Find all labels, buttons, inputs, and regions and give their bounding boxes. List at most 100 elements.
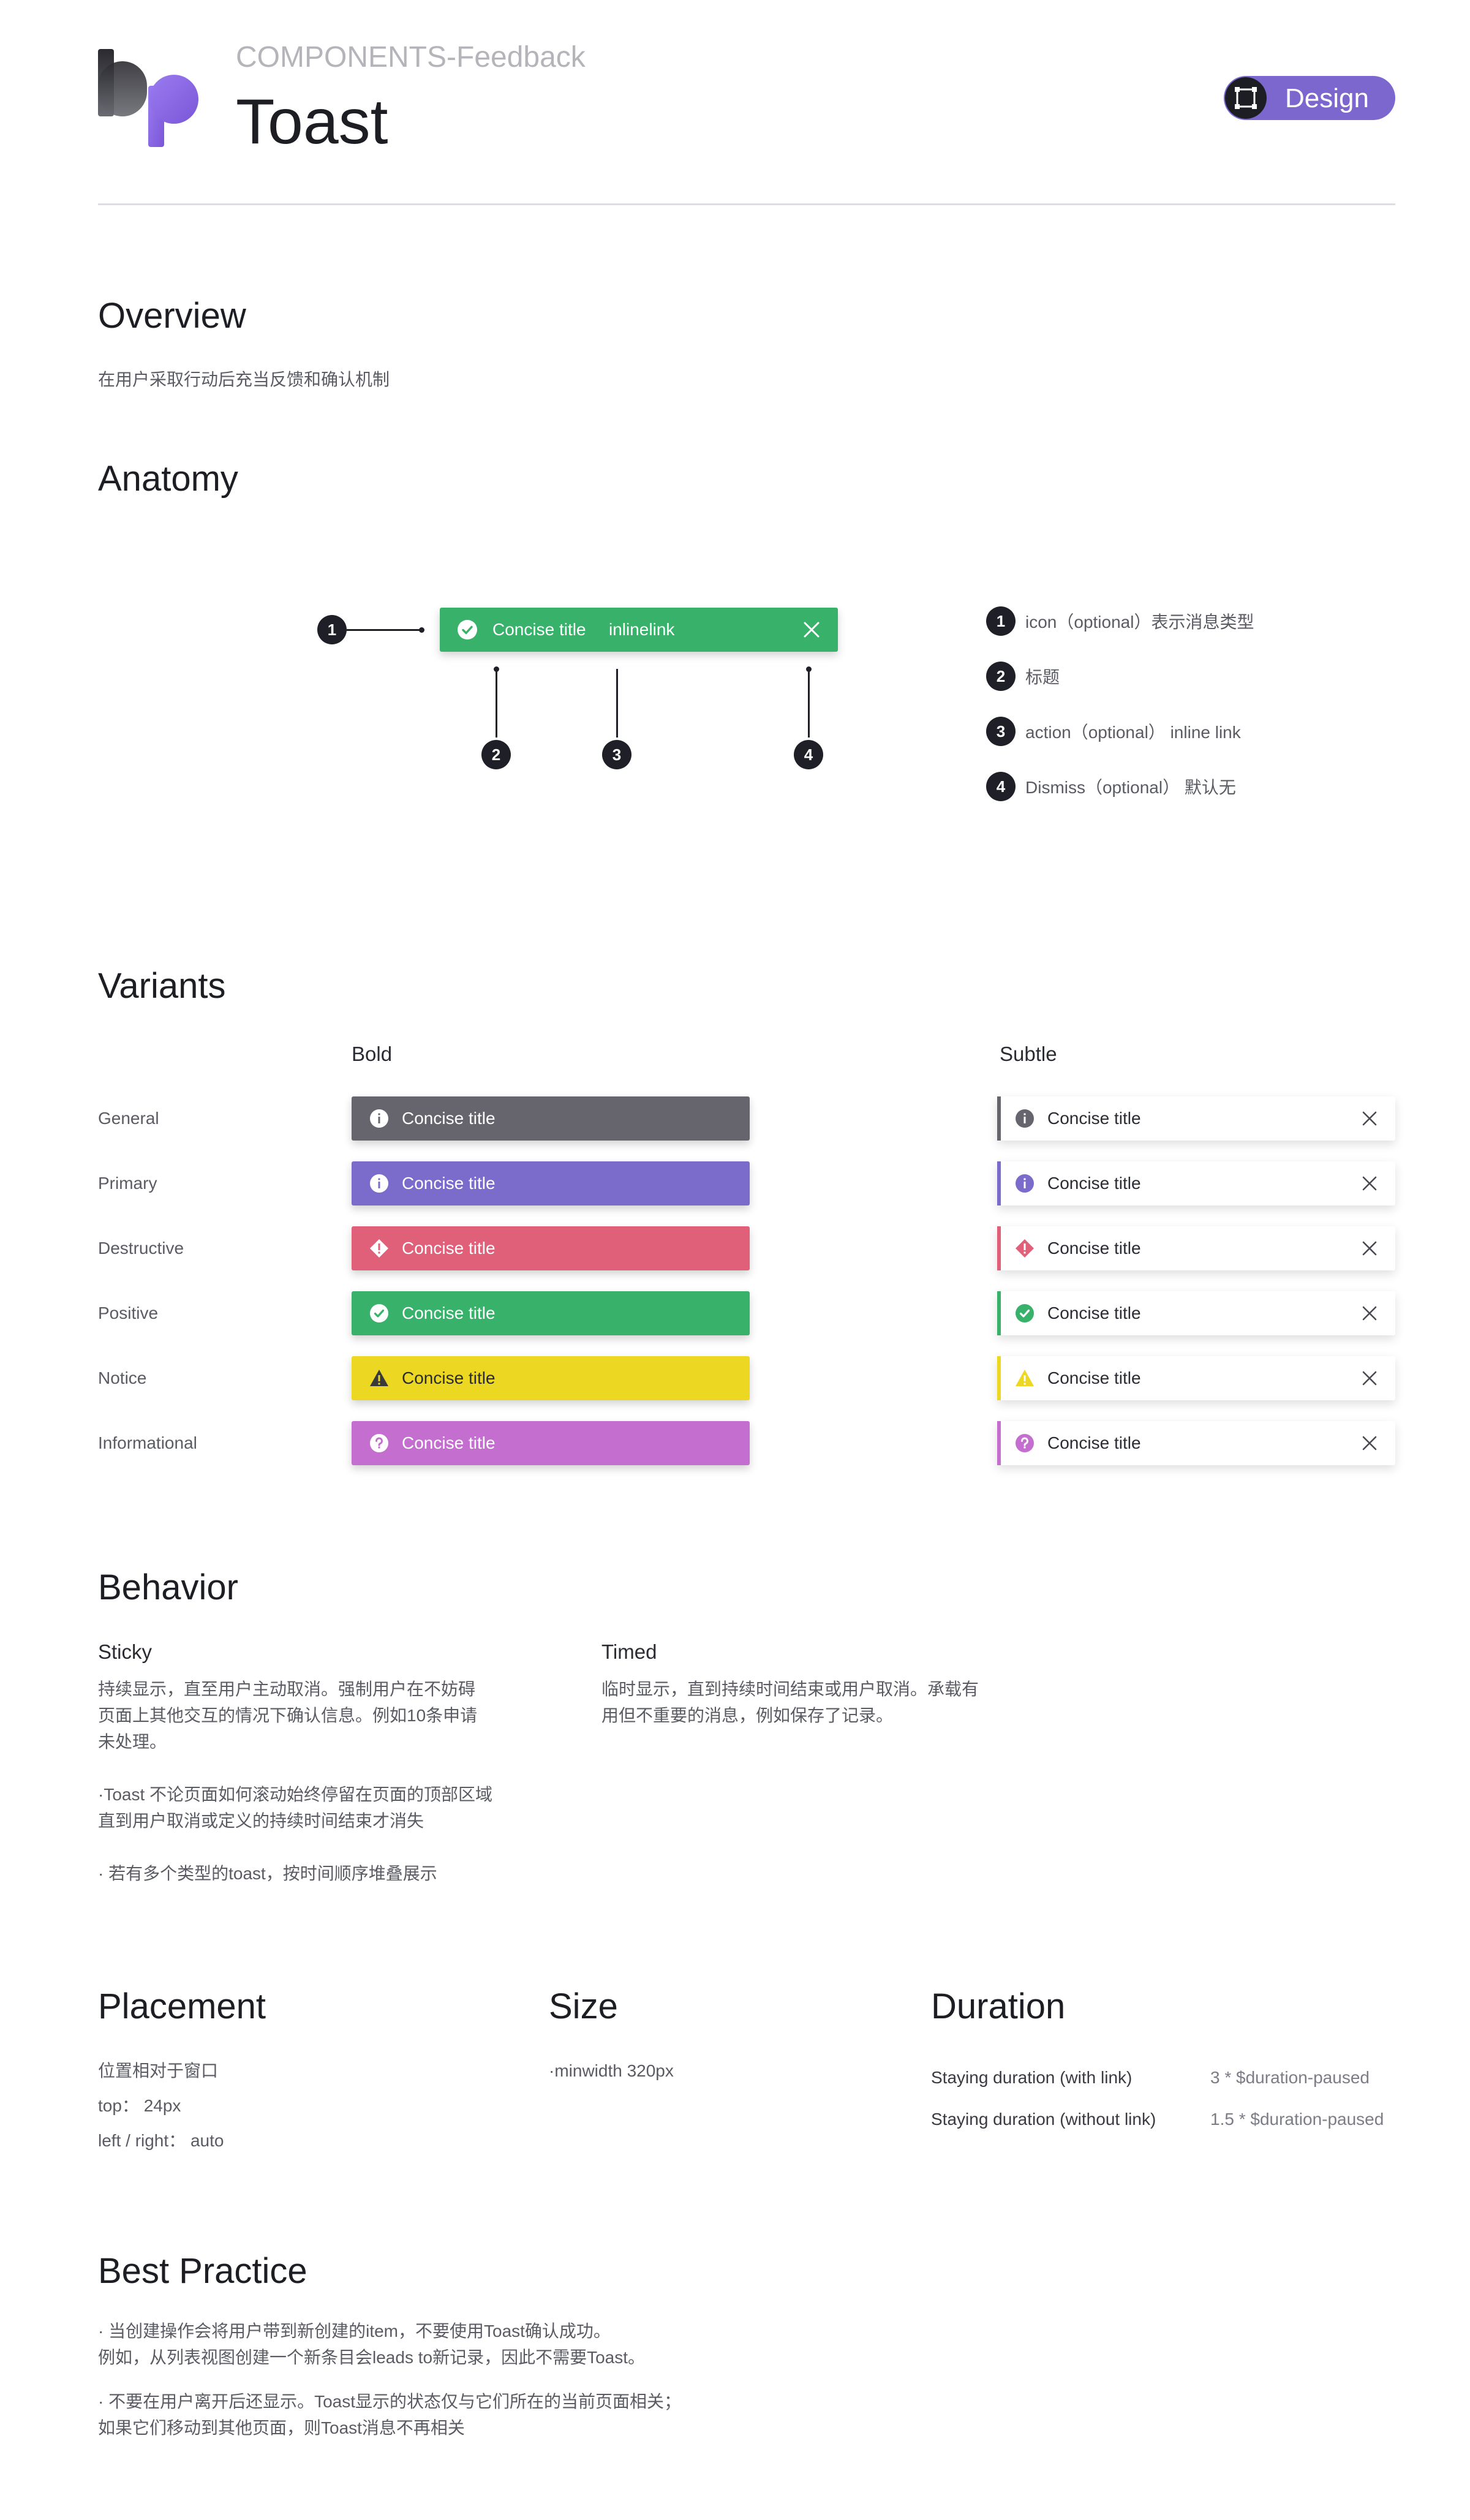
- toast-subtle-notice[interactable]: Concise title: [997, 1356, 1395, 1400]
- text-line: top： 24px: [98, 2096, 181, 2115]
- toast-bold-primary[interactable]: Concise title: [352, 1161, 750, 1205]
- legend-marker: 3: [986, 717, 1016, 746]
- duration-label-without-link: Staying duration (without link): [931, 2110, 1156, 2129]
- text-line: · 不要在用户离开后还显示。Toast显示的状态仅与它们所在的当前页面相关；: [98, 2392, 682, 2411]
- check-circle-icon: [458, 620, 477, 639]
- toast-accent-bar: [997, 1226, 1001, 1270]
- info-icon: [370, 1174, 388, 1193]
- text-line: ·Toast 不论页面如何滚动始终停留在页面的顶部区域: [98, 1785, 493, 1804]
- placement-details: 位置相对于窗口 top： 24px left / right： auto: [98, 2053, 224, 2158]
- toast-title: Concise title: [1047, 1109, 1141, 1128]
- toast-subtle-primary[interactable]: Concise title: [997, 1161, 1395, 1205]
- variant-label-primary: Primary: [98, 1174, 157, 1193]
- duration-value-with-link: 3 * $duration-paused: [1210, 2068, 1370, 2087]
- anatomy-toast-link[interactable]: inlinelink: [609, 620, 674, 639]
- toast-title: Concise title: [402, 1109, 496, 1128]
- best-practice-heading: Best Practice: [98, 2251, 307, 2291]
- toast-accent-bar: [997, 1356, 1001, 1400]
- timed-title: Timed: [601, 1640, 657, 1663]
- text-line: 未处理。: [98, 1732, 167, 1751]
- column-header-bold: Bold: [352, 1043, 393, 1065]
- close-icon[interactable]: [804, 622, 820, 638]
- design-badge[interactable]: Design: [1224, 76, 1395, 120]
- size-minwidth: ·minwidth 320px: [549, 2061, 674, 2080]
- toast-accent-bar: [997, 1421, 1001, 1465]
- toast-title: Concise title: [1047, 1368, 1141, 1387]
- check-circle-icon: [1016, 1304, 1034, 1322]
- info-icon: [1016, 1109, 1034, 1128]
- anatomy-toast-title: Concise title: [492, 620, 586, 639]
- text-line: left / right： auto: [98, 2131, 224, 2150]
- timed-description: 临时显示，直到持续时间结束或用户取消。承载有 用但不重要的消息，例如保存了记录。: [601, 1676, 979, 1729]
- duration-value-without-link: 1.5 * $duration-paused: [1210, 2110, 1384, 2129]
- leader-line-1: [347, 629, 421, 631]
- text-line: 临时显示，直到持续时间结束或用户取消。承载有: [601, 1680, 979, 1699]
- leader-line-2: [496, 669, 497, 738]
- legend-text: icon（optional）表示消息类型: [1025, 613, 1254, 632]
- page-category: COMPONENTS-Feedback: [236, 41, 586, 74]
- error-diamond-icon: [1016, 1239, 1034, 1258]
- text-line: · 若有多个类型的toast，按时间顺序堆叠展示: [98, 1864, 437, 1883]
- text-line: 用但不重要的消息，例如保存了记录。: [601, 1706, 894, 1725]
- close-icon[interactable]: [1361, 1175, 1378, 1192]
- variant-label-informational: Informational: [98, 1433, 197, 1452]
- legend-text: action（optional） inline link: [1025, 723, 1241, 742]
- error-diamond-icon: [370, 1239, 388, 1258]
- close-icon[interactable]: [1361, 1435, 1378, 1452]
- anatomy-heading: Anatomy: [98, 459, 238, 499]
- best-practice-text: · 当创建操作会将用户带到新创建的item，不要使用Toast确认成功。 例如，…: [98, 2318, 681, 2441]
- legend-text: Dismiss（optional） 默认无: [1025, 778, 1236, 797]
- anatomy-toast[interactable]: Concise title inlinelink: [440, 608, 838, 652]
- placement-heading: Placement: [98, 1986, 266, 2026]
- close-icon[interactable]: [1361, 1110, 1378, 1127]
- column-header-subtle: Subtle: [1000, 1043, 1057, 1065]
- duration-heading: Duration: [931, 1986, 1066, 2026]
- sticky-description: 持续显示，直至用户主动取消。强制用户在不妨碍 页面上其他交互的情况下确认信息。例…: [98, 1676, 492, 1887]
- warning-triangle-icon: [1016, 1370, 1034, 1386]
- toast-title: Concise title: [402, 1303, 496, 1322]
- size-heading: Size: [549, 1986, 618, 2026]
- close-icon[interactable]: [1361, 1305, 1378, 1322]
- toast-subtle-positive[interactable]: Concise title: [997, 1291, 1395, 1335]
- toast-subtle-general[interactable]: Concise title: [997, 1096, 1395, 1141]
- info-icon: [370, 1109, 388, 1128]
- variant-label-notice: Notice: [98, 1368, 147, 1387]
- toast-bold-informational[interactable]: Concise title: [352, 1421, 750, 1465]
- marker-3: 3: [602, 740, 631, 769]
- toast-title: Concise title: [1047, 1174, 1141, 1193]
- leader-line-4: [808, 669, 810, 738]
- leader-line-3: [616, 669, 618, 738]
- toast-title: Concise title: [402, 1174, 496, 1193]
- marker-4: 4: [794, 740, 823, 769]
- toast-title: Concise title: [402, 1368, 496, 1387]
- toast-subtle-informational[interactable]: Concise title: [997, 1421, 1395, 1465]
- behavior-heading: Behavior: [98, 1567, 238, 1607]
- toast-title: Concise title: [1047, 1303, 1141, 1322]
- toast-bold-notice[interactable]: Concise title: [352, 1356, 750, 1400]
- text-line: 位置相对于窗口: [98, 2061, 219, 2080]
- legend-marker: 2: [986, 662, 1016, 691]
- text-line: · 当创建操作会将用户带到新创建的item，不要使用Toast确认成功。: [98, 2322, 611, 2341]
- warning-triangle-icon: [370, 1370, 388, 1386]
- toast-title: Concise title: [402, 1239, 496, 1258]
- marker-2: 2: [481, 740, 511, 769]
- toast-bold-destructive[interactable]: Concise title: [352, 1226, 750, 1270]
- variant-label-destructive: Destructive: [98, 1239, 184, 1258]
- toast-subtle-destructive[interactable]: Concise title: [997, 1226, 1395, 1270]
- variant-label-general: General: [98, 1109, 159, 1128]
- variants-heading: Variants: [98, 966, 226, 1006]
- toast-accent-bar: [997, 1096, 1001, 1141]
- page-title: Toast: [236, 86, 388, 157]
- toast-title: Concise title: [402, 1433, 496, 1452]
- toast-title: Concise title: [1047, 1239, 1141, 1258]
- close-icon[interactable]: [1361, 1240, 1378, 1257]
- toast-bold-positive[interactable]: Concise title: [352, 1291, 750, 1335]
- design-badge-label: Design: [1285, 83, 1369, 113]
- legend-text: 标题: [1025, 668, 1060, 687]
- text-line: 如果它们移动到其他页面，则Toast消息不再相关: [98, 2418, 465, 2437]
- close-icon[interactable]: [1361, 1370, 1378, 1387]
- toast-accent-bar: [997, 1161, 1001, 1205]
- legend-marker: 4: [986, 772, 1016, 801]
- toast-bold-general[interactable]: Concise title: [352, 1096, 750, 1141]
- check-circle-icon: [370, 1304, 388, 1322]
